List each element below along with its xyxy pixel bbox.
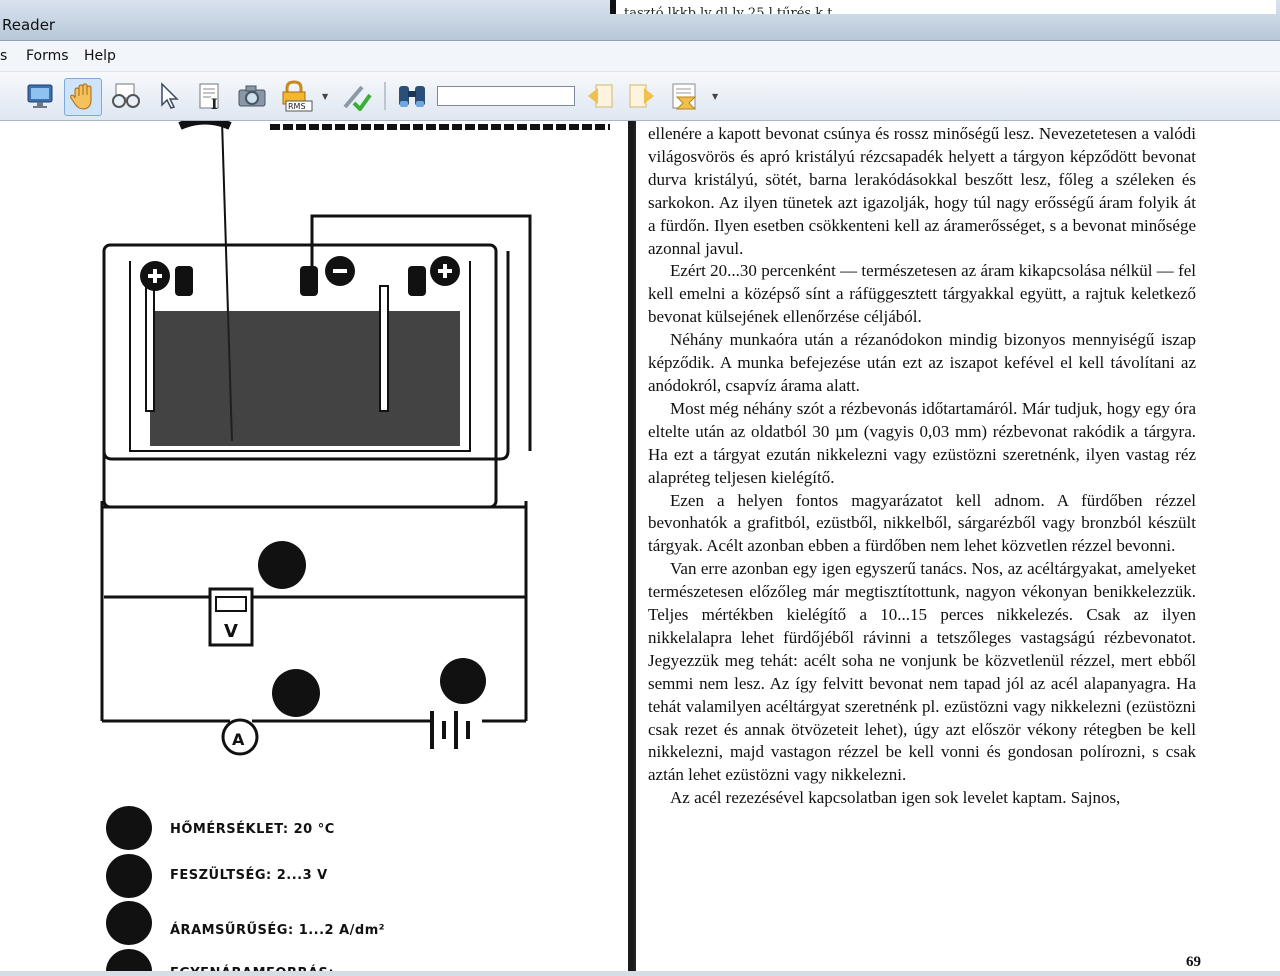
menu-item-partial[interactable]: s — [0, 48, 7, 64]
paragraph: Ezen a helyen fontos magyarázatot kell a… — [648, 490, 1196, 556]
find-input[interactable] — [437, 86, 575, 106]
voltmeter-label: V — [224, 621, 238, 642]
menu-bar: s Forms Help — [0, 41, 1280, 72]
svg-text:I: I — [211, 97, 218, 111]
paragraph: Az acél rezezésével kapcsolatban igen so… — [670, 788, 1121, 808]
text-select-icon[interactable]: I — [192, 78, 228, 114]
find-previous-icon[interactable] — [582, 78, 618, 114]
legend-bullet — [106, 901, 152, 945]
page-text: ellenére a kapott bevonat csúnya és ross… — [648, 123, 1196, 810]
page-icon[interactable] — [0, 78, 6, 114]
find-binoculars-icon[interactable] — [394, 78, 430, 114]
paragraph: Van erre azonban egy igen egyszerű tanác… — [648, 559, 1196, 785]
knob-bottom-right — [440, 658, 486, 704]
find-next-icon[interactable] — [624, 78, 660, 114]
paragraph: Néhány munkaóra után a rézanódokon mindi… — [648, 330, 1196, 395]
rms-lock-icon[interactable]: RMS — [278, 78, 314, 114]
document-viewer[interactable]: V A HŐMÉRSÉKLET: 20 °C FESZÜLTSÉG: 2...3… — [0, 121, 1280, 976]
overlapping-page-strip: tasztó lkkb ly dl ly 25 l tűrés k t — [610, 0, 1276, 14]
select-arrow-icon[interactable] — [150, 78, 186, 114]
hand-icon[interactable] — [64, 78, 102, 116]
paragraph: ellenére a kapott bevonat csúnya és ross… — [648, 124, 1196, 258]
electrolyte — [150, 311, 460, 446]
title-bar: Reader tasztó lkkb ly dl ly 25 l tűrés k… — [0, 0, 1280, 41]
highlight-icon[interactable] — [668, 78, 704, 114]
toolbar: I RMS ▼ ▼ — [0, 72, 1280, 121]
menu-item-forms[interactable]: Forms — [26, 48, 69, 64]
knob-bottom-left — [272, 669, 320, 717]
page-number: 69 — [1186, 954, 1201, 970]
window-bottom-border — [0, 971, 1280, 976]
legend-bullet — [106, 854, 152, 898]
rms-label: RMS — [288, 102, 306, 111]
sign-pen-icon[interactable] — [338, 78, 374, 114]
knob-top — [258, 541, 306, 589]
legend-temperature: HŐMÉRSÉKLET: 20 °C — [170, 822, 335, 837]
highlight-dropdown-arrow-icon[interactable]: ▼ — [712, 92, 718, 101]
left-page: V A HŐMÉRSÉKLET: 20 °C FESZÜLTSÉG: 2...3… — [0, 121, 620, 976]
rms-dropdown-arrow-icon[interactable]: ▼ — [322, 92, 328, 101]
menu-item-help[interactable]: Help — [84, 48, 116, 64]
legend-current-density: ÁRAMSŰRŰSÉG: 1...2 A/dm² — [170, 923, 385, 938]
battery-symbol — [430, 711, 470, 749]
snapshot-camera-icon[interactable] — [234, 78, 270, 114]
paragraph: Most még néhány szót a rézbevonás időtar… — [648, 398, 1196, 487]
monitor-icon[interactable] — [22, 78, 58, 114]
paragraph: Ezért 20...30 percenként — természetesen… — [648, 261, 1196, 327]
ammeter-label: A — [232, 730, 245, 749]
zoom-glasses-icon[interactable] — [108, 78, 144, 114]
window-title: Reader — [2, 16, 56, 34]
plating-bath-diagram: V A — [100, 121, 610, 756]
right-page: ellenére a kapott bevonat csúnya és ross… — [634, 121, 1280, 976]
legend-bullet — [106, 806, 152, 850]
legend-voltage: FESZÜLTSÉG: 2...3 V — [170, 868, 328, 883]
toolbar-separator — [384, 82, 386, 110]
page-strip-text: tasztó lkkb ly dl ly 25 l tűrés k t — [624, 6, 833, 14]
